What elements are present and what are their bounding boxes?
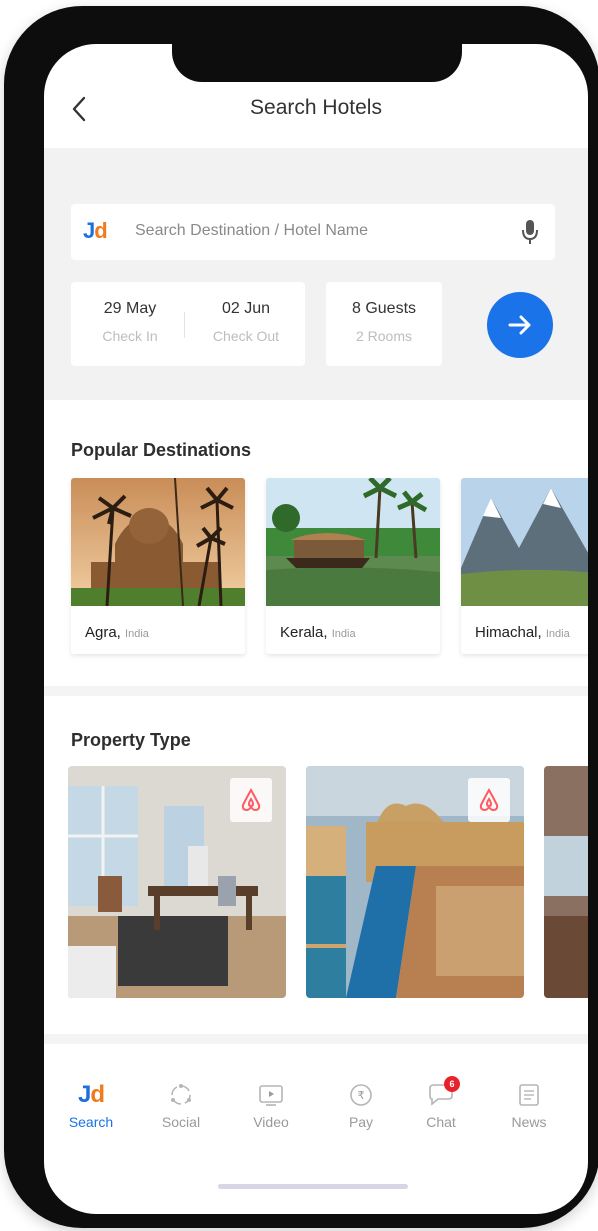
nav-video[interactable]: Video <box>236 1080 306 1130</box>
property-type-title: Property Type <box>71 730 191 750</box>
nav-news[interactable]: News <box>494 1080 564 1130</box>
check-in-label: Check In <box>102 328 158 344</box>
search-panel: Jd Search Destination / Hotel Name 29 Ma… <box>44 148 588 400</box>
kerala-image <box>266 478 440 606</box>
airbnb-icon <box>479 787 499 812</box>
check-in-date: 29 May <box>103 300 157 317</box>
airbnb-icon <box>241 787 261 812</box>
logo-letter-d: d <box>94 218 107 243</box>
airbnb-badge <box>468 778 510 822</box>
check-out-date: 02 Jun <box>221 300 271 317</box>
property-card-palace[interactable] <box>306 766 524 998</box>
news-icon <box>519 1084 539 1106</box>
destination-label-himachal: Himachal, India <box>475 624 570 641</box>
destination-city: Agra, <box>85 624 121 641</box>
check-in-field[interactable]: 29 May Check In <box>75 300 185 344</box>
pay-icon: ₹ <box>350 1084 372 1106</box>
section-divider <box>44 1034 588 1044</box>
check-out-label: Check Out <box>212 328 280 344</box>
destination-card-kerala[interactable]: Kerala, India <box>266 478 440 654</box>
property-image <box>544 766 588 998</box>
destination-country: India <box>331 628 356 640</box>
nav-social[interactable]: Social <box>146 1080 216 1130</box>
mic-icon <box>522 220 538 244</box>
destination-card-agra[interactable]: Agra, India <box>71 478 245 654</box>
app-header: Search Hotels <box>44 74 588 144</box>
nav-social-label: Social <box>161 1114 201 1130</box>
section-divider <box>44 686 588 696</box>
app-screen: Search Hotels Jd Search Destination / Ho… <box>44 44 588 1214</box>
chat-unread-badge: 6 <box>444 1076 460 1092</box>
check-out-field[interactable]: 02 Jun Check Out <box>191 300 301 344</box>
justdial-logo: Jd <box>83 218 108 244</box>
arrow-right-icon <box>508 315 531 335</box>
destination-label-kerala: Kerala, India <box>280 624 356 641</box>
nav-chat[interactable]: 6 Chat <box>406 1076 476 1130</box>
search-go-button[interactable] <box>487 292 553 358</box>
guest-count: 8 Guests <box>351 300 417 317</box>
jd-search-icon: Jd <box>77 1081 105 1108</box>
search-input[interactable]: Jd Search Destination / Hotel Name <box>71 204 555 260</box>
video-icon <box>259 1085 283 1106</box>
phone-frame: Search Hotels Jd Search Destination / Ho… <box>4 6 598 1228</box>
nav-pay[interactable]: ₹ Pay <box>326 1080 396 1130</box>
guests-selector[interactable]: 8 Guests 2 Rooms <box>326 282 442 366</box>
destination-country: India <box>125 628 149 640</box>
destination-country: India <box>545 628 570 640</box>
social-icon <box>171 1084 191 1105</box>
date-divider <box>184 312 185 338</box>
destination-city: Himachal, <box>475 624 542 641</box>
agra-image <box>71 478 245 607</box>
nav-news-label: News <box>511 1114 547 1130</box>
nav-search[interactable]: Jd Search <box>56 1080 126 1130</box>
nav-pay-label: Pay <box>348 1114 374 1130</box>
nav-search-label: Search <box>68 1114 114 1130</box>
date-selector[interactable]: 29 May Check In 02 Jun Check Out <box>71 282 305 366</box>
popular-destinations-title: Popular Destinations <box>71 440 252 460</box>
airbnb-badge <box>230 778 272 822</box>
search-placeholder: Search Destination / Hotel Name <box>135 222 368 239</box>
voice-search-button[interactable] <box>519 218 541 246</box>
destination-city: Kerala, <box>280 624 328 641</box>
room-count: 2 Rooms <box>355 328 413 344</box>
svg-text:₹: ₹ <box>358 1089 365 1102</box>
bottom-navigation: Jd Search Social Video ₹ Pay 6 Chat News <box>44 1076 588 1150</box>
page-title: Search Hotels <box>250 96 382 119</box>
destination-card-himachal[interactable]: Himachal, India <box>461 478 588 654</box>
property-card-third[interactable] <box>544 766 588 998</box>
himachal-image <box>461 478 588 606</box>
logo-letter-j: J <box>83 218 95 243</box>
destination-label-agra: Agra, India <box>85 624 149 641</box>
home-indicator[interactable] <box>218 1184 408 1189</box>
property-card-apartment[interactable] <box>68 766 286 998</box>
nav-video-label: Video <box>253 1114 289 1130</box>
nav-chat-label: Chat <box>426 1114 456 1130</box>
